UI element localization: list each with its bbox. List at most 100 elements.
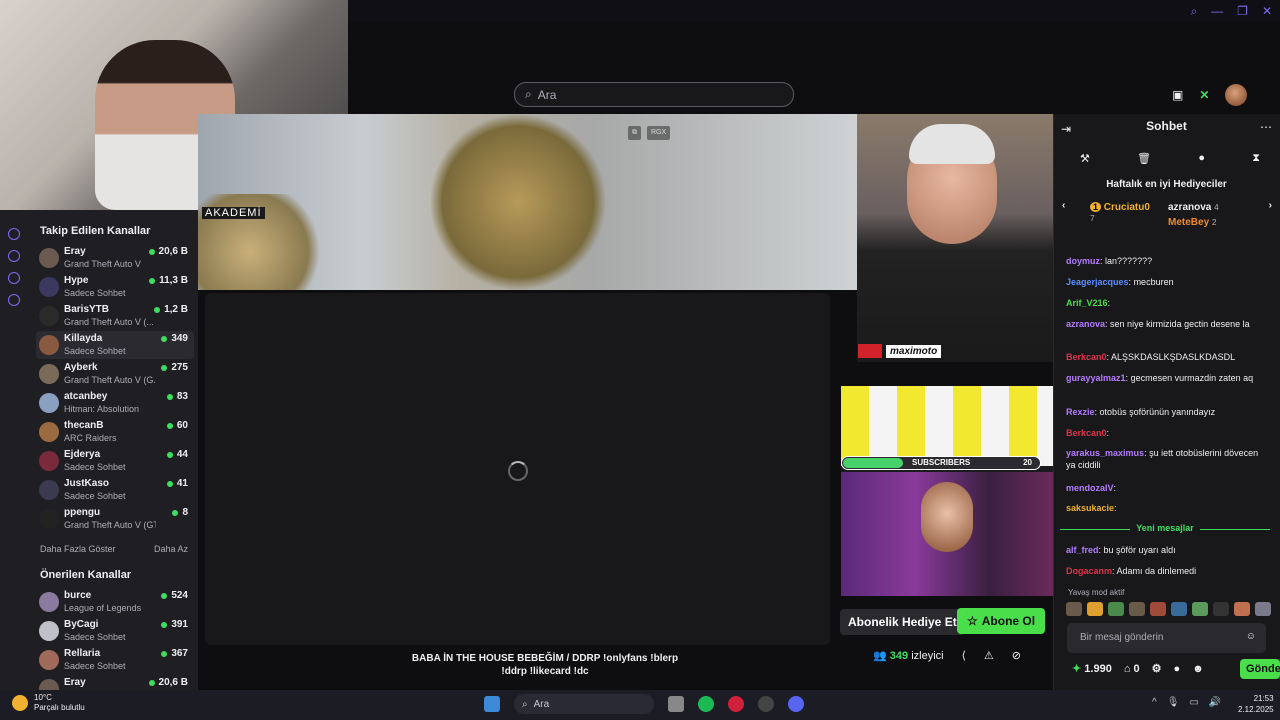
channel-item[interactable]: Rellaria Sadece Sohbet 367	[36, 646, 194, 674]
emote[interactable]	[1192, 602, 1208, 616]
channel-item[interactable]: ByCagi Sadece Sohbet 391	[36, 617, 194, 645]
weather-widget[interactable]: 10°C Parçalı bulutlu	[12, 693, 85, 713]
report-icon[interactable]: ⚠	[984, 649, 994, 662]
theater-mode-icon[interactable]: ⊘	[1012, 649, 1021, 662]
network-icon[interactable]: ▭	[1189, 697, 1198, 708]
recommended-channels-title: Önerilen Kanallar	[40, 569, 132, 581]
minimize-icon[interactable]: —	[1211, 4, 1223, 19]
share-icon[interactable]: ⟨	[962, 649, 966, 662]
steam-icon[interactable]	[758, 696, 774, 712]
following-icon[interactable]	[8, 250, 20, 262]
emote[interactable]	[1213, 602, 1229, 616]
channel-item[interactable]: atcanbey Hitman: Absolution 83	[36, 389, 194, 417]
speech-icon[interactable]: ●	[1198, 152, 1205, 165]
tray-overflow-icon[interactable]: ^	[1152, 697, 1157, 708]
chat-username[interactable]: saksukacie	[1066, 503, 1114, 513]
task-view-icon[interactable]	[668, 696, 684, 712]
explore-icon[interactable]	[8, 228, 20, 240]
window-controls: ⌕ — ❐ ✕	[1190, 4, 1272, 19]
next-arrow-icon[interactable]: ›	[1269, 200, 1272, 211]
channel-avatar	[39, 592, 59, 612]
channel-item[interactable]: Eray 20,6 B	[36, 675, 194, 690]
emote[interactable]	[1129, 602, 1145, 616]
hourglass-icon[interactable]: ⧗	[1252, 152, 1260, 165]
chat-username[interactable]: Berkcan0	[1066, 428, 1107, 438]
emote[interactable]	[1234, 602, 1250, 616]
settings-icon[interactable]	[8, 294, 20, 306]
chat-username[interactable]: Rexzie	[1066, 407, 1095, 417]
chat-username[interactable]: azranova	[1066, 319, 1105, 329]
kick-logo-icon[interactable]: ✕	[1199, 88, 1209, 102]
windows-start-icon[interactable]	[484, 696, 500, 712]
send-button[interactable]: Gönder	[1240, 659, 1280, 679]
chat-username[interactable]: mendozalV	[1066, 483, 1114, 493]
chat-username[interactable]: yarakus_maximus	[1066, 448, 1144, 458]
chat-bubble-icon[interactable]: ●	[1174, 663, 1181, 675]
emote[interactable]	[1150, 602, 1166, 616]
new-messages-divider: Yeni mesajlar	[1060, 523, 1270, 535]
channel-item[interactable]: Hype Sadece Sohbet 11,3 B	[36, 273, 194, 301]
chat-title: Sohbet	[1146, 119, 1187, 133]
chat-username[interactable]: Dogacanm	[1066, 566, 1112, 576]
opera-icon[interactable]	[728, 696, 744, 712]
chest[interactable]: ⌂ 0	[1124, 663, 1140, 675]
taskbar-search[interactable]: ⌕ Ara	[514, 694, 654, 714]
volume-icon[interactable]: 🔊	[1209, 697, 1221, 708]
chat-username[interactable]: gurayyalmaz1	[1066, 373, 1126, 383]
microphone-icon[interactable]: 🎙	[1167, 697, 1180, 708]
gear-icon[interactable]: ⚙	[1152, 662, 1162, 675]
channel-item[interactable]: JustKaso Sadece Sohbet 41	[36, 476, 194, 504]
channel-item[interactable]: BarisYTB Grand Theft Auto V (... 1,2 B	[36, 302, 194, 330]
chat-message: gurayyalmaz1: gecmesen vurmazdin zaten a…	[1066, 373, 1254, 383]
channel-item[interactable]: thecanB ARC Raiders 60	[36, 418, 194, 446]
chat-message: yarakus_maximus: şu iett otobüslerini dö…	[1066, 448, 1259, 470]
subscribe-button[interactable]: ☆ Abone Ol	[957, 608, 1046, 634]
hammer-icon[interactable]: ⚒	[1080, 152, 1090, 165]
browse-icon[interactable]	[8, 272, 20, 284]
show-more-link[interactable]: Daha Fazla Göster	[40, 544, 116, 554]
emote[interactable]	[1087, 602, 1103, 616]
viewer-label: izleyici	[911, 650, 944, 662]
clock-time: 21:53	[1253, 694, 1274, 703]
live-dot	[166, 422, 173, 429]
taskbar-clock[interactable]: 21:53 2.12.2025	[1238, 693, 1274, 715]
chat-username[interactable]: doymuz	[1066, 256, 1100, 266]
search-input[interactable]: ⌕ Ara	[514, 82, 794, 107]
spotify-icon[interactable]	[698, 696, 714, 712]
channel-name: Ayberk	[64, 362, 98, 373]
channel-item[interactable]: Eray Grand Theft Auto V 20,6 B	[36, 244, 194, 272]
channel-name: Killayda	[64, 333, 103, 344]
ticket-icon[interactable]: ▣	[1172, 88, 1183, 102]
gift-subscription-button[interactable]: Abonelik Hediye Et	[840, 609, 965, 635]
channel-item[interactable]: burce League of Legends 524	[36, 588, 194, 616]
trash-icon[interactable]: 🗑	[1137, 152, 1151, 165]
chat-message: Berkcan0:	[1066, 428, 1110, 438]
popout-icon[interactable]: ⧉	[628, 126, 641, 140]
rgx-button[interactable]: RGX	[647, 126, 671, 140]
emote-picker-icon[interactable]: ☻	[1192, 663, 1204, 675]
chat-message-input[interactable]: Bir mesaj gönderin ☺	[1067, 623, 1266, 653]
emoji-icon[interactable]: ☺	[1246, 631, 1256, 642]
restore-icon[interactable]: ❐	[1237, 4, 1248, 19]
chat-username[interactable]: Berkcan0	[1066, 352, 1107, 362]
user-avatar[interactable]	[1225, 84, 1248, 106]
channel-item[interactable]: Ejderya Sadece Sohbet 44	[36, 447, 194, 475]
show-less-link[interactable]: Daha Az	[154, 544, 188, 554]
emote-bar	[1066, 602, 1271, 616]
points[interactable]: ✦ 1.990	[1072, 662, 1112, 675]
close-icon[interactable]: ✕	[1262, 4, 1272, 19]
discord-icon[interactable]	[788, 696, 804, 712]
emote[interactable]	[1066, 602, 1082, 616]
chat-username[interactable]: Arif_V216	[1066, 298, 1108, 308]
chat-options-icon[interactable]: ⋯	[1260, 120, 1272, 134]
emote[interactable]	[1255, 602, 1271, 616]
search-icon[interactable]: ⌕	[1190, 4, 1197, 19]
channel-item[interactable]: Killayda Sadece Sohbet 349	[36, 331, 194, 359]
emote[interactable]	[1108, 602, 1124, 616]
chat-username[interactable]: alf_fred	[1066, 545, 1099, 555]
emote[interactable]	[1171, 602, 1187, 616]
chat-username[interactable]: Jeagerjacques	[1066, 277, 1129, 287]
channel-item[interactable]: ppengu Grand Theft Auto V (GTA) 8	[36, 505, 194, 533]
channel-item[interactable]: Ayberk Grand Theft Auto V (G... 275	[36, 360, 194, 388]
prev-arrow-icon[interactable]: ‹	[1062, 200, 1065, 211]
